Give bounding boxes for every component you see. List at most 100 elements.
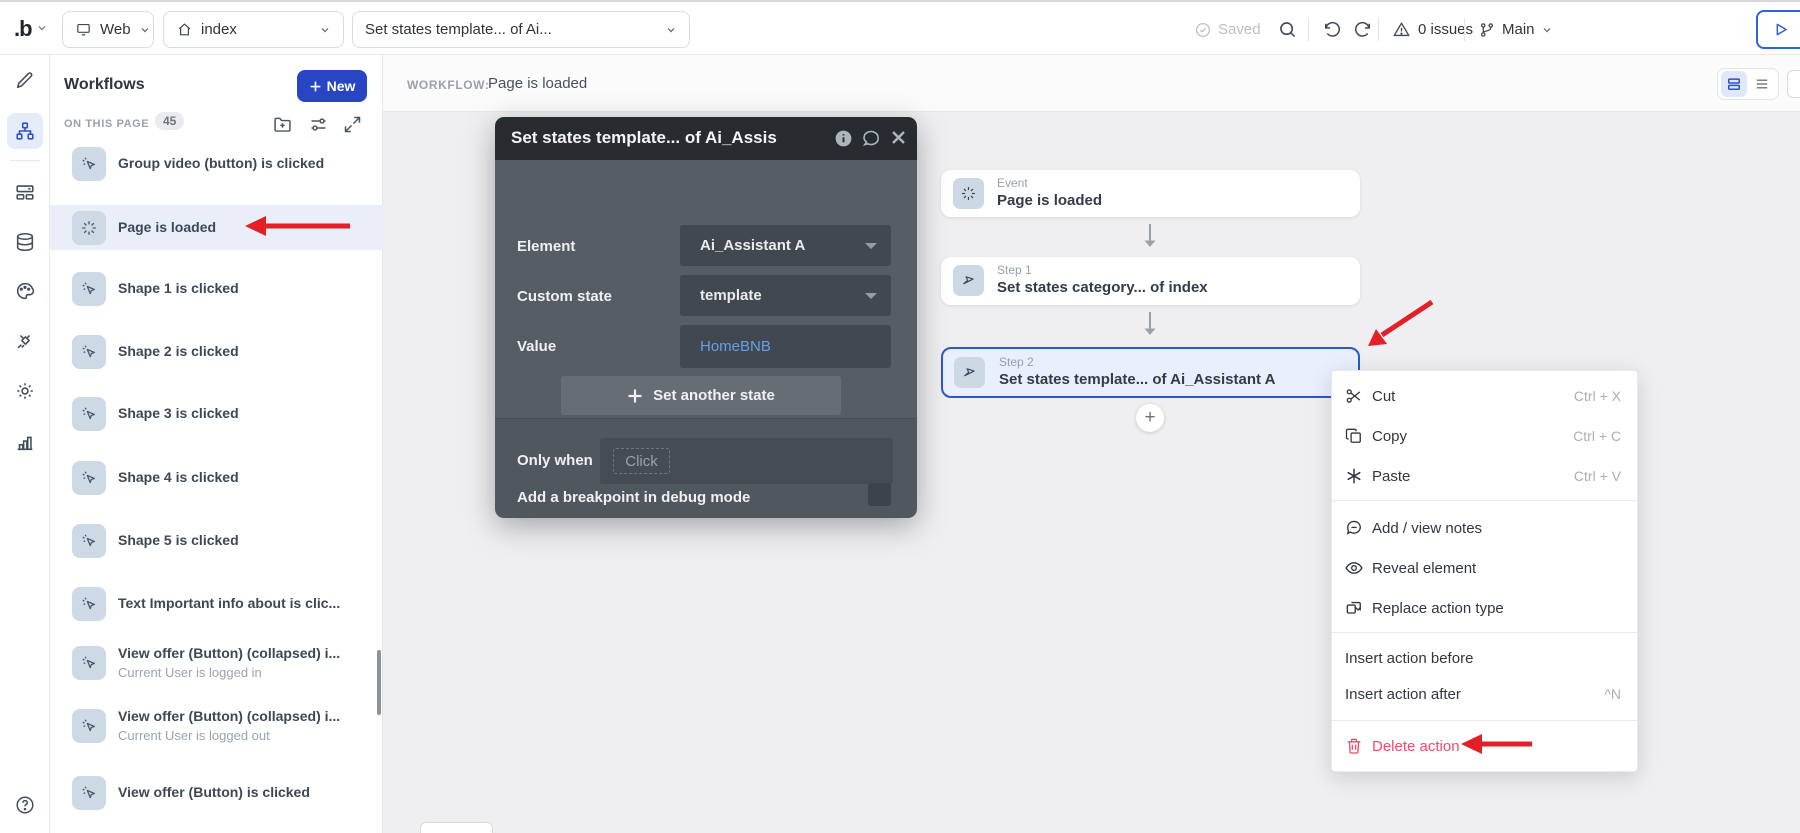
workflow-list-item[interactable]: Shape 1 is clicked — [50, 272, 383, 306]
copy-icon — [1344, 426, 1364, 446]
click-cursor-icon — [72, 524, 106, 558]
step1-card[interactable]: Step 1 Set states category... of index — [941, 257, 1360, 305]
palette-icon — [14, 280, 36, 302]
workflow-list-item[interactable]: Text Important info about is clic... — [50, 587, 383, 621]
saved-status: Saved — [1194, 2, 1261, 57]
rail-item-help[interactable] — [14, 794, 36, 816]
close-icon[interactable] — [889, 128, 910, 149]
page-dropdown[interactable]: index — [163, 11, 344, 48]
rail-item-styles[interactable] — [14, 280, 36, 302]
menu-item-insert-action-after[interactable]: Insert action after ^N — [1332, 674, 1637, 714]
info-icon[interactable] — [833, 128, 854, 149]
workflow-item-label: Shape 4 is clicked — [118, 469, 239, 485]
comment-icon[interactable] — [861, 128, 882, 149]
menu-item-replace-action-type[interactable]: Replace action type — [1332, 588, 1637, 628]
search-icon[interactable] — [1277, 2, 1298, 57]
rail-item-components[interactable] — [14, 181, 36, 203]
action-modal: Set states template... of Ai_Assis Eleme… — [495, 117, 917, 518]
menu-item-label: Replace action type — [1372, 600, 1504, 617]
workflow-list-item[interactable]: View offer (Button) (collapsed) i... Cur… — [50, 645, 383, 680]
workflow-list-item[interactable]: View offer (Button) (collapsed) i... Cur… — [50, 708, 383, 743]
modal-title: Set states template... of Ai_Assis — [511, 128, 777, 148]
only-when-input[interactable]: Click — [600, 438, 893, 484]
workflow-count-badge: 45 — [155, 112, 184, 130]
click-cursor-icon — [72, 147, 106, 181]
platform-dropdown[interactable]: Web — [62, 11, 154, 48]
clipped-toolbar-icon[interactable] — [1787, 70, 1800, 98]
click-cursor-icon — [72, 587, 106, 621]
preview-button[interactable] — [1756, 10, 1800, 49]
workflow-item-label: Text Important info about is clic... — [118, 595, 340, 611]
workflow-list-item[interactable]: Group video (button) is clicked — [50, 147, 383, 181]
gear-icon — [14, 380, 36, 402]
menu-item-insert-action-before[interactable]: Insert action before — [1332, 638, 1637, 678]
rail-item-data[interactable] — [14, 231, 36, 253]
modal-header[interactable]: Set states template... of Ai_Assis — [495, 117, 917, 160]
step2-card-selected[interactable]: Step 2 Set states template... of Ai_Assi… — [941, 347, 1360, 398]
undo-icon[interactable] — [1322, 2, 1342, 57]
click-cursor-icon — [72, 461, 106, 495]
workflow-item-label: Shape 1 is clicked — [118, 280, 239, 296]
value-input[interactable]: HomeBNB — [680, 325, 891, 368]
workflow-item-label: View offer (Button) is clicked — [118, 784, 310, 800]
only-when-placeholder: Click — [613, 448, 670, 474]
set-another-state-button[interactable]: Set another state — [561, 376, 841, 415]
menu-item-paste[interactable]: Paste Ctrl + V — [1332, 456, 1637, 496]
logo-chevron-down-icon[interactable] — [36, 22, 48, 34]
menu-item-reveal-element[interactable]: Reveal element — [1332, 548, 1637, 588]
menu-item-copy[interactable]: Copy Ctrl + C — [1332, 416, 1637, 456]
menu-item-delete-action[interactable]: Delete action — [1332, 726, 1637, 766]
breakpoint-checkbox[interactable] — [868, 483, 891, 506]
filter-sliders-icon[interactable] — [308, 114, 329, 135]
folder-plus-icon[interactable] — [272, 114, 293, 135]
platform-label: Web — [100, 21, 131, 38]
left-rail — [0, 55, 50, 833]
bubble-editor: .b Web index Set states template... of A… — [0, 0, 1800, 833]
workflow-list-item[interactable]: Shape 3 is clicked — [50, 397, 383, 431]
event-card[interactable]: Event Page is loaded — [941, 170, 1360, 217]
workflow-list-item[interactable]: Shape 5 is clicked — [50, 524, 383, 558]
click-cursor-icon — [72, 776, 106, 810]
modal-body: Element Ai_Assistant A Custom state temp… — [495, 160, 917, 418]
list-view-button[interactable] — [1749, 71, 1775, 97]
another-state-label: Set another state — [653, 387, 775, 404]
rail-item-design[interactable] — [14, 69, 36, 91]
workflow-list-item[interactable]: View offer (Button) is clicked — [50, 776, 383, 810]
rail-item-logs[interactable] — [14, 431, 36, 453]
plug-icon — [14, 330, 36, 352]
workflow-list-item-active[interactable]: Page is loaded — [50, 205, 383, 250]
check-circle-icon — [1194, 21, 1212, 39]
workflow-selector-dropdown[interactable]: Set states template... of Ai... — [352, 11, 690, 48]
panel-scrollbar[interactable] — [377, 650, 381, 715]
workflow-breadcrumb-title: Page is loaded — [488, 75, 587, 92]
workflow-list-item[interactable]: Shape 2 is clicked — [50, 335, 383, 369]
menu-item-cut[interactable]: Cut Ctrl + X — [1332, 376, 1637, 416]
custom-state-label: Custom state — [517, 288, 612, 305]
branch-label: Main — [1502, 21, 1535, 38]
workflow-list-item[interactable]: Shape 4 is clicked — [50, 461, 383, 495]
connector-arrow-down-icon — [1140, 223, 1160, 249]
element-dropdown[interactable]: Ai_Assistant A — [680, 225, 891, 266]
rail-item-plugins[interactable] — [14, 330, 36, 352]
workflow-item-label: Group video (button) is clicked — [118, 155, 324, 171]
bubble-logo[interactable]: .b — [14, 16, 32, 42]
redo-icon[interactable] — [1353, 2, 1373, 57]
card-view-button[interactable] — [1721, 71, 1747, 97]
value-label: Value — [517, 338, 556, 355]
modal-footer: Only when Click Add a breakpoint in debu… — [495, 418, 917, 518]
custom-state-dropdown[interactable]: template — [680, 275, 891, 316]
rail-item-settings[interactable] — [14, 380, 36, 402]
zoom-control-clipped[interactable] — [420, 822, 493, 833]
eye-icon — [1344, 558, 1364, 578]
menu-item-label: Paste — [1372, 468, 1410, 485]
issues-indicator[interactable]: 0 issues — [1392, 2, 1473, 57]
rail-item-workflow[interactable] — [7, 113, 43, 149]
new-workflow-button[interactable]: New — [297, 70, 367, 102]
branch-selector[interactable]: Main — [1478, 2, 1553, 57]
menu-item-add-view-notes[interactable]: Add / view notes — [1332, 508, 1637, 548]
workflows-panel: Workflows New ON THIS PAGE 45 Group vide… — [50, 55, 383, 833]
expand-icon[interactable] — [342, 114, 363, 135]
add-action-button[interactable]: + — [1136, 404, 1164, 432]
click-cursor-icon — [72, 335, 106, 369]
breakpoint-label: Add a breakpoint in debug mode — [517, 489, 750, 506]
